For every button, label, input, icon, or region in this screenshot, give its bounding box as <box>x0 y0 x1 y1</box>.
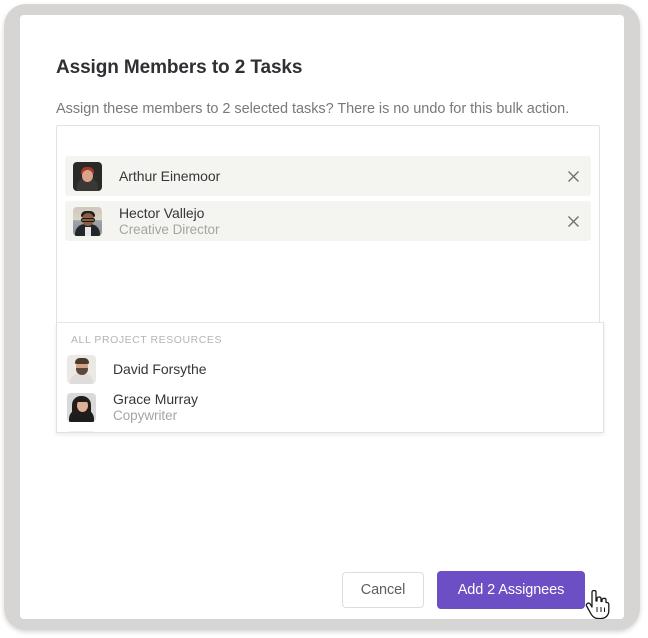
member-name: Arthur Einemoor <box>119 167 221 184</box>
member-picker: Arthur Einemoor Hector Vallejo Creative … <box>56 125 604 433</box>
member-role: Creative Director <box>119 221 220 237</box>
assign-members-dialog: Assign Members to 2 Tasks Assign these m… <box>20 15 624 619</box>
member-name: David Forsythe <box>113 361 207 377</box>
avatar <box>73 161 102 191</box>
list-item[interactable]: Greg Mead <box>57 428 603 432</box>
member-name: Grace Murray <box>113 391 198 407</box>
avatar <box>67 355 96 384</box>
avatar <box>73 206 102 236</box>
selected-member-chip[interactable]: Arthur Einemoor <box>65 156 591 196</box>
page-title: Assign Members to 2 Tasks <box>56 57 303 78</box>
avatar <box>67 393 96 422</box>
pointer-hand-cursor <box>585 590 610 619</box>
member-name: Hector Vallejo <box>119 204 205 221</box>
selected-members-area: Arthur Einemoor Hector Vallejo Creative … <box>57 126 599 322</box>
remove-member-button[interactable] <box>563 211 583 231</box>
avatar <box>67 431 96 432</box>
remove-member-button[interactable] <box>563 166 583 186</box>
member-role: Copywriter <box>113 408 178 423</box>
cancel-button[interactable]: Cancel <box>342 572 424 608</box>
device-bezel: Assign Members to 2 Tasks Assign these m… <box>4 4 640 630</box>
dropdown-section-header: ALL PROJECT RESOURCES <box>71 334 223 346</box>
member-names: Grace Murray Copywriter <box>113 391 198 424</box>
member-names: Hector Vallejo Creative Director <box>119 205 563 238</box>
list-item[interactable]: Grace Murray Copywriter <box>57 387 603 428</box>
list-item[interactable]: David Forsythe <box>57 352 603 387</box>
selected-member-chip[interactable]: Hector Vallejo Creative Director <box>65 201 591 241</box>
resources-dropdown: ALL PROJECT RESOURCES David Forsythe Gra… <box>56 322 604 433</box>
member-names: Arthur Einemoor <box>119 168 563 185</box>
member-names: David Forsythe <box>113 361 207 378</box>
screen-area: Assign Members to 2 Tasks Assign these m… <box>20 15 624 619</box>
add-assignees-button[interactable]: Add 2 Assignees <box>437 571 585 609</box>
dialog-description: Assign these members to 2 selected tasks… <box>56 101 570 117</box>
